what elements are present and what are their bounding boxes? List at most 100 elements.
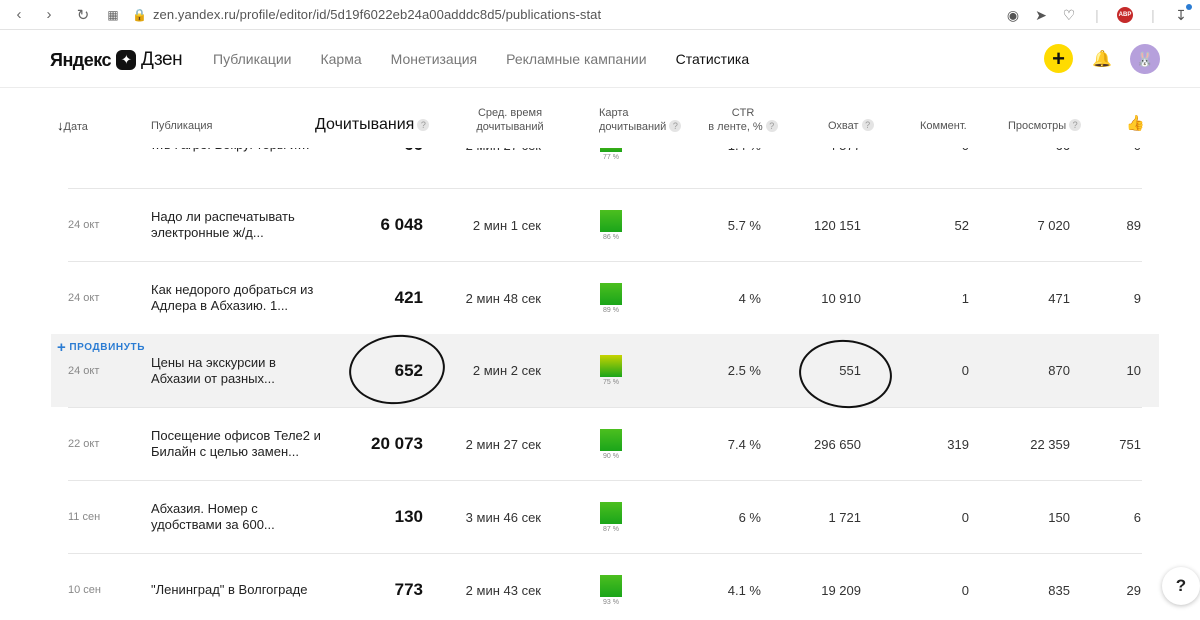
tabs-grid-icon[interactable]: ▦ (102, 4, 124, 26)
nav-publications[interactable]: Публикации (213, 51, 291, 67)
read-map-chart[interactable] (600, 428, 622, 451)
column-reads[interactable]: Дочитывания? (315, 117, 430, 133)
nav-statistics[interactable]: Статистика (676, 51, 750, 67)
table-row[interactable]: 10 сен "Ленинград" в Волгограде 773 2 мин 4… (68, 553, 1142, 620)
column-views[interactable]: Просмотры? (1008, 119, 1082, 133)
cell-reads: 66 (323, 148, 423, 181)
column-avg-time[interactable]: Сред. время дочитываний (470, 106, 550, 134)
cell-title[interactable]: Как недорого добраться из Адлера в Абхаз… (151, 262, 321, 334)
column-date[interactable]: ↓Дата (57, 119, 88, 134)
cell-reads: 421 (394, 288, 423, 307)
cell-ctr: 1.4 % (688, 148, 761, 181)
cell-ctr: 2.5 % (727, 363, 761, 378)
cell-read-map: 89 % (588, 262, 634, 334)
nav-karma[interactable]: Карма (320, 51, 361, 67)
help-icon[interactable]: ? (669, 120, 682, 132)
cell-read-map: 90 % (588, 408, 634, 480)
cell-date: 24 окт (68, 292, 100, 304)
cell-time: 3 мин 46 сек (465, 509, 541, 525)
heart-icon[interactable]: ♡ (1058, 4, 1080, 26)
help-icon[interactable]: ? (861, 119, 874, 131)
logo-text-yandex: Яндекс (50, 49, 112, 70)
cell-reads: 773 (394, 580, 423, 599)
column-reach[interactable]: Охват? (828, 119, 874, 133)
send-icon[interactable]: ➤ (1030, 4, 1052, 26)
cell-date: 24 окт (68, 219, 100, 231)
column-ctr[interactable]: CTR в ленте, %? (706, 106, 780, 134)
nav-monetization[interactable]: Монетизация (391, 51, 478, 67)
table-row[interactable]: 24 окт Надо ли распечатывать электронные … (68, 188, 1142, 261)
cell-title[interactable]: Абхазия. Номер с удобствами за 600... (151, 481, 321, 553)
zen-logo[interactable]: Яндекс ✦ Дзен (50, 49, 183, 71)
table-row[interactable]: 25 окт…в Гагре. Вокруг горы и…662 мин 27… (68, 148, 1142, 181)
cell-views: 835 (1048, 582, 1070, 598)
cell-title[interactable]: "Ленинград" в Волгограде (151, 554, 321, 620)
help-icon[interactable]: ? (417, 119, 430, 131)
cell-reach: 4 577 (788, 148, 861, 181)
cell-views: 150 (1048, 509, 1070, 525)
read-map-percent: 90 % (603, 452, 619, 460)
table-row[interactable]: 24 окт Как недорого добраться из Адлера в… (68, 261, 1142, 334)
promote-button[interactable]: + ПРОДВИНУТЬ (57, 339, 145, 356)
cell-views: 22 359 (1030, 436, 1070, 452)
forward-icon[interactable]: › (38, 4, 60, 26)
cell-ctr: 4 % (738, 290, 761, 306)
reload-icon[interactable]: ↻ (72, 4, 94, 26)
cell-ctr: 6 % (738, 509, 761, 525)
cell-read-map: 86 % (588, 189, 634, 261)
cell-views: 471 (1048, 290, 1070, 306)
cell-reach: 1 721 (828, 509, 861, 525)
help-icon[interactable]: ? (1069, 119, 1082, 131)
cell-comments: 52 (954, 217, 969, 233)
cell-read-map: 77 % (588, 148, 634, 181)
cell-date: 25 окт (68, 148, 138, 181)
column-read-map[interactable]: Карта дочитываний? (599, 106, 682, 134)
thumbs-up-icon[interactable]: 👍 (1126, 116, 1145, 131)
download-icon[interactable]: ↧ (1170, 4, 1192, 26)
table-row[interactable]: 24 окт Цены на экскурсии в Абхазии от раз… (51, 334, 1159, 407)
cell-reads: 20 073 (371, 434, 423, 453)
cell-comments: 0 (961, 509, 969, 525)
cell-read-map: 93 % (588, 554, 634, 620)
cell-ctr: 5.7 % (727, 217, 761, 233)
cell-title[interactable]: Посещение офисов Теле2 и Билайн с целью … (151, 408, 321, 480)
cell-likes: 10 (1126, 363, 1141, 378)
zen-star-icon: ✦ (116, 50, 137, 70)
read-map-chart[interactable] (600, 209, 622, 232)
logo-text-zen: Дзен (141, 49, 183, 70)
publications-table: 25 окт…в Гагре. Вокруг горы и…662 мин 27… (0, 148, 1200, 620)
table-row[interactable]: 22 окт Посещение офисов Теле2 и Билайн с … (68, 407, 1142, 480)
read-map-chart[interactable] (600, 501, 622, 524)
cell-views: 66 (968, 148, 1070, 181)
column-publication: Публикация (151, 120, 213, 132)
main-nav: Публикации Карма Монетизация Рекламные к… (213, 51, 749, 67)
cell-title[interactable]: Цены на экскурсии в Абхазии от разных... (151, 334, 321, 407)
column-comments[interactable]: Коммент. (920, 119, 967, 133)
read-map-chart[interactable] (600, 355, 622, 377)
cell-title[interactable]: …в Гагре. Вокруг горы и… (151, 148, 321, 181)
add-publication-button[interactable]: + (1044, 44, 1073, 73)
help-button[interactable]: ? (1162, 567, 1200, 605)
cell-date: 10 сен (68, 584, 101, 596)
cell-reach: 120 151 (814, 217, 861, 233)
cell-date: 11 сен (68, 511, 101, 523)
nav-ad-campaigns[interactable]: Рекламные кампании (506, 51, 646, 67)
address-bar[interactable]: zen.yandex.ru/profile/editor/id/5d19f602… (153, 7, 601, 22)
table-row[interactable]: 11 сен Абхазия. Номер с удобствами за 600… (68, 480, 1142, 553)
cell-time: 2 мин 43 сек (465, 582, 541, 598)
read-map-chart[interactable] (600, 148, 622, 152)
adblock-icon[interactable]: ABP (1114, 4, 1136, 26)
cell-title[interactable]: Надо ли распечатывать электронные ж/д... (151, 189, 321, 261)
read-map-chart[interactable] (600, 574, 622, 597)
cell-time: 2 мин 2 сек (472, 363, 541, 378)
help-icon[interactable]: ? (765, 120, 778, 132)
cell-likes: 751 (1119, 436, 1141, 452)
read-map-chart[interactable] (600, 282, 622, 305)
avatar[interactable]: 🐰 (1130, 44, 1160, 74)
bell-icon[interactable]: 🔔 (1092, 49, 1112, 69)
table-header: ↓Дата Публикация Дочитывания? Сред. врем… (0, 88, 1200, 148)
camera-icon[interactable]: ◉ (1002, 4, 1024, 26)
cell-comments: 1 (961, 290, 969, 306)
back-icon[interactable]: ‹ (8, 4, 30, 26)
cell-reads: 652 (394, 360, 423, 380)
